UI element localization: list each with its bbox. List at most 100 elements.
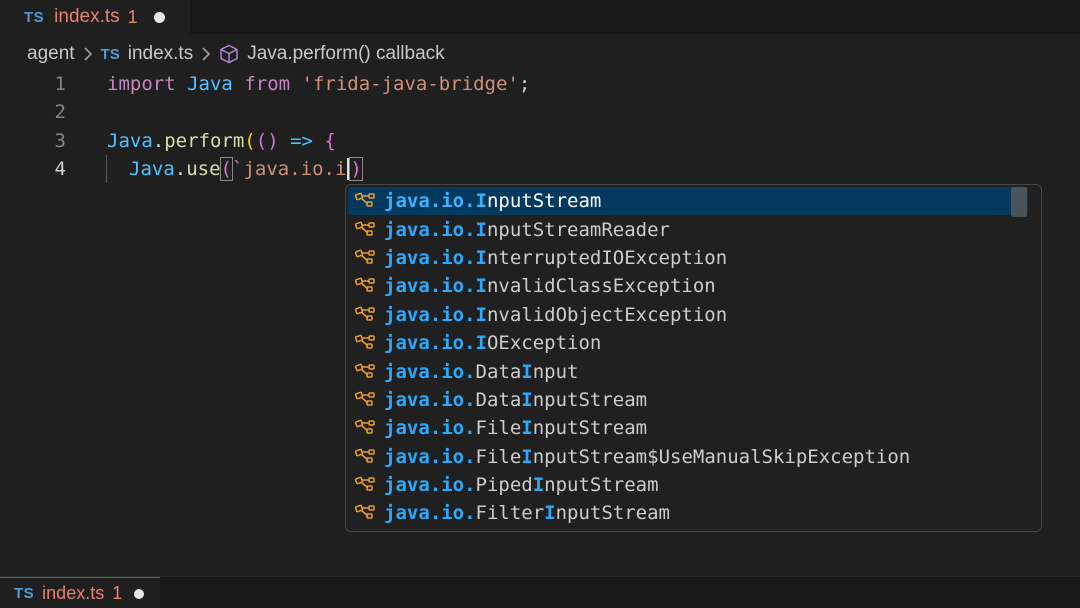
typescript-icon: TS (24, 8, 45, 26)
suggestion-widget[interactable]: java.io. InputStream java.io. InputStreamRe… (345, 184, 1042, 532)
suggestion-item[interactable]: java.io. File InputStream (348, 414, 1028, 442)
match-highlight: I (532, 474, 545, 497)
suggestion-item[interactable]: java.io. Data InputStream (348, 386, 1028, 414)
class-icon (354, 502, 376, 524)
open-paren: ( (219, 156, 234, 181)
tab-index-ts[interactable]: TS index.ts 1 (0, 577, 160, 608)
params: () (255, 130, 279, 152)
close-paren: ) (349, 156, 363, 181)
suggestion-list[interactable]: java.io. InputStream java.io. InputStreamRe… (348, 187, 1028, 528)
suggestion-scrollbar[interactable] (1011, 187, 1027, 217)
identifier-java: Java (129, 157, 175, 180)
class-icon (354, 275, 376, 297)
breadcrumb-symbol[interactable]: Java.perform() callback (247, 43, 444, 65)
match-highlight: I (475, 246, 487, 269)
class-icon (354, 474, 376, 496)
line-content: Java.perform(() => { (107, 130, 336, 152)
class-icon (354, 389, 376, 411)
tab-bar: TS index.ts 1 (0, 0, 1080, 34)
suggestion-item[interactable]: java.io. I OException (348, 329, 1028, 357)
match-highlight: I (475, 190, 487, 213)
suggestion-text: nputStream (532, 417, 648, 440)
dot: . (152, 130, 165, 152)
line-number: 1 (54, 73, 66, 95)
unsaved-dot-icon[interactable] (153, 11, 165, 23)
open-paren: ( (244, 130, 256, 152)
suggestion-text: nputStream$UseManualSkipException (532, 445, 911, 468)
code-line-4[interactable]: 4 Java.use(`java.io.i) (0, 155, 1080, 183)
identifier-java: Java (107, 130, 153, 152)
code-line-2[interactable]: 2 (0, 98, 1080, 126)
keyword-from: from (244, 73, 291, 95)
match-prefix: java.io. (384, 360, 476, 383)
class-icon (354, 219, 376, 241)
match-prefix: java.io. (384, 190, 476, 213)
suggestion-item[interactable]: java.io. InputStreamReader (348, 215, 1028, 243)
suggestion-item[interactable]: java.io. Filter InputStream (348, 499, 1028, 527)
bottom-tab-bar: TS index.ts 1 (0, 576, 1080, 608)
tab-index-ts[interactable]: TS index.ts 1 (0, 0, 190, 34)
open-brace: { (324, 130, 336, 152)
cube-icon (219, 44, 239, 64)
class-icon (354, 247, 376, 269)
line-number: 3 (54, 130, 66, 152)
match-prefix: java.io. (384, 246, 476, 269)
problem-count-badge: 1 (127, 6, 138, 27)
indent-guide (106, 155, 107, 183)
code-line-1[interactable]: 1 import Java from 'frida-java-bridge'; (0, 70, 1080, 98)
typescript-icon: TS (100, 45, 120, 63)
breadcrumb-file[interactable]: index.ts (128, 43, 193, 65)
suggestion-text: Filter (475, 502, 545, 525)
method-use: use (186, 157, 221, 180)
typescript-icon: TS (14, 585, 35, 602)
code-line-3[interactable]: 3 Java.perform(() => { (0, 127, 1080, 155)
class-icon (354, 361, 376, 383)
method-perform: perform (164, 130, 245, 152)
line-content: Java.use(`java.io.i) (129, 156, 363, 181)
module-string: 'frida-java-bridge' (301, 73, 519, 95)
match-prefix: java.io. (384, 332, 476, 355)
suggestion-item[interactable]: java.io. InvalidObjectException (348, 301, 1028, 329)
tab-title: index.ts (42, 583, 105, 603)
match-prefix: java.io. (384, 502, 476, 525)
suggestion-item[interactable]: java.io. Piped InputStream (348, 471, 1028, 499)
suggestion-item[interactable]: java.io. InputStream (348, 187, 1028, 216)
editor-window: TS index.ts 1 agent TS index.ts Java.per… (0, 0, 1080, 608)
suggestion-item[interactable]: java.io. File InputStream$UseManualSkipExc… (348, 443, 1028, 471)
semicolon: ; (518, 73, 531, 95)
suggestion-item[interactable]: java.io. InvalidClassException (348, 272, 1028, 300)
match-prefix: java.io. (384, 388, 476, 411)
suggestion-text: nputStream (486, 190, 602, 213)
identifier-java: Java (187, 73, 233, 95)
match-prefix: java.io. (384, 445, 476, 468)
match-prefix: java.io. (384, 275, 476, 298)
breadcrumb: agent TS index.ts Java.perform() callbac… (27, 40, 445, 68)
suggestion-text: nterruptedIOException (486, 246, 728, 269)
typed-string: `java.io.i (232, 157, 347, 180)
suggestion-text: nputStreamReader (486, 218, 670, 241)
tab-title: index.ts (54, 6, 120, 27)
match-prefix: java.io. (384, 303, 476, 326)
suggestion-item[interactable]: java.io. InterruptedIOException (348, 244, 1028, 272)
suggestion-text: File (475, 445, 522, 468)
class-icon (354, 446, 376, 468)
match-highlight: I (544, 502, 556, 525)
arrow: => (278, 130, 325, 152)
chevron-right-icon (201, 46, 211, 62)
breadcrumb-folder[interactable]: agent (27, 43, 75, 65)
suggestion-text: nvalidClassException (486, 275, 716, 298)
class-icon (354, 304, 376, 326)
class-icon (354, 332, 376, 354)
suggestion-item[interactable]: java.io. Data Input (348, 357, 1028, 385)
chevron-right-icon (83, 46, 93, 62)
suggestion-text: nvalidObjectException (486, 303, 728, 326)
match-highlight: I (521, 360, 533, 383)
suggestion-text: nput (532, 360, 579, 383)
problem-count-badge: 1 (112, 583, 123, 603)
unsaved-dot-icon[interactable] (134, 588, 145, 599)
match-highlight: I (475, 275, 487, 298)
class-icon (354, 190, 376, 212)
match-highlight: I (521, 417, 533, 440)
match-highlight: I (475, 218, 487, 241)
suggestion-text: File (475, 417, 522, 440)
